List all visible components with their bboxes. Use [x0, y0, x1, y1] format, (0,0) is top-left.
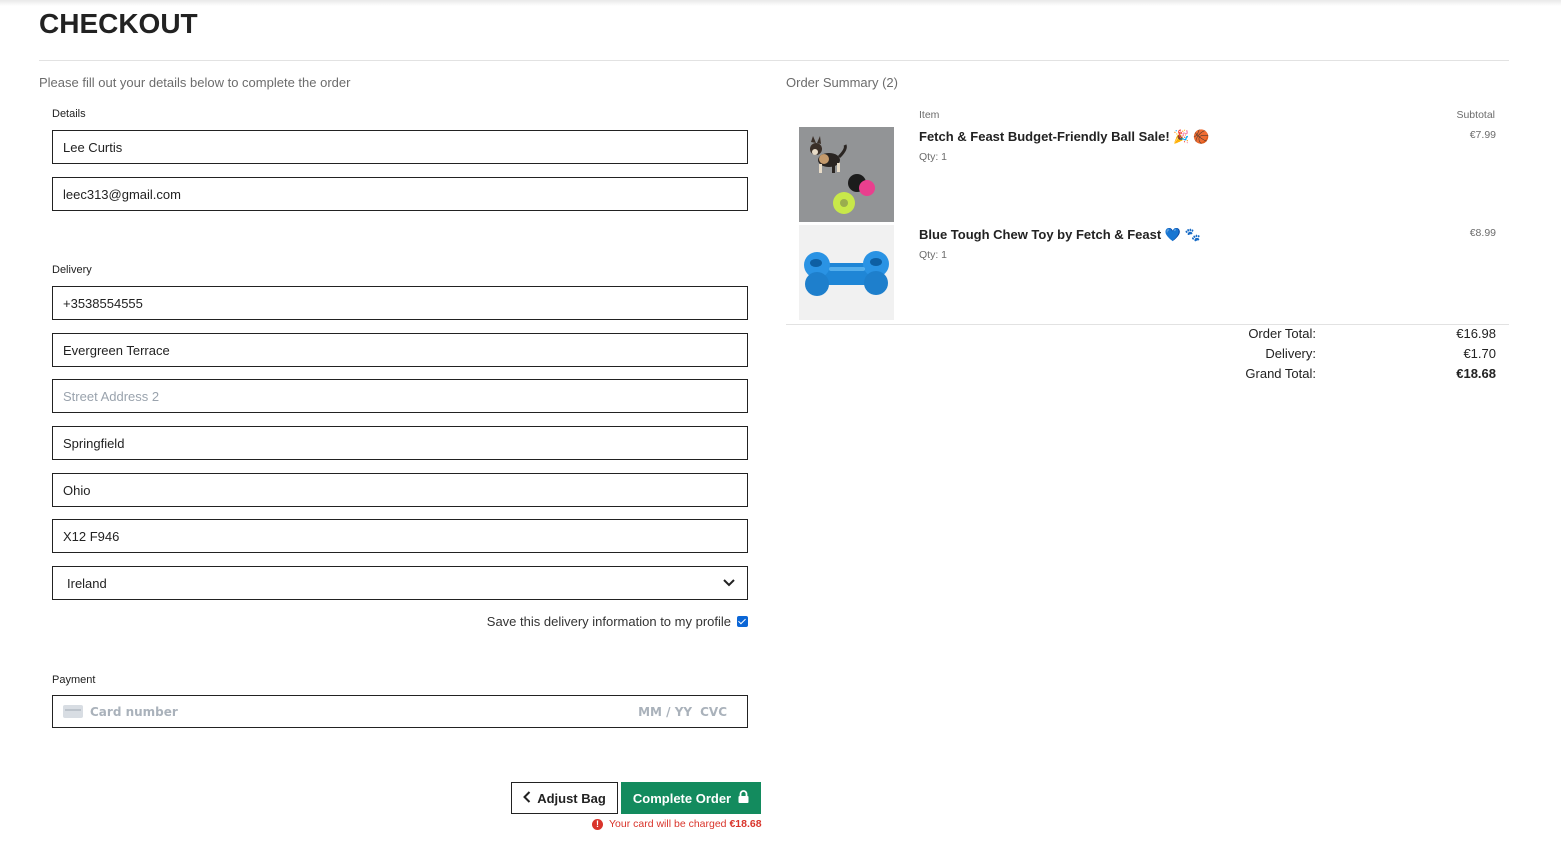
delivery-label: Delivery: [52, 264, 92, 276]
street-address-1-input[interactable]: Evergreen Terrace: [52, 333, 748, 367]
product-image-dog-balls[interactable]: [799, 127, 894, 222]
country-select[interactable]: Ireland: [52, 566, 748, 600]
product-name[interactable]: Blue Tough Chew Toy by Fetch & Feast 💙 🐾: [919, 227, 1201, 243]
adjust-bag-label: Adjust Bag: [537, 790, 606, 806]
item-column-header: Item: [919, 109, 940, 121]
chevron-down-icon: [721, 575, 737, 591]
summary-item: Fetch & Feast Budget-Friendly Ball Sale!…: [786, 127, 1509, 223]
charge-warning: ! Your card will be charged €18.68: [592, 818, 762, 830]
email-value: leec313@gmail.com: [63, 186, 181, 202]
order-total-value: €16.98: [1456, 326, 1496, 341]
product-subtotal: €7.99: [1469, 129, 1496, 141]
card-element[interactable]: Card number MM / YY CVC: [52, 695, 748, 728]
delivery-cost-value: €1.70: [1463, 346, 1496, 361]
lock-icon: [738, 790, 749, 806]
credit-card-icon: [63, 705, 83, 718]
street-address-1-value: Evergreen Terrace: [63, 342, 170, 358]
summary-divider: [786, 324, 1509, 325]
postcode-input[interactable]: X12 F946: [52, 519, 748, 553]
delivery-cost-label: Delivery:: [1265, 346, 1316, 361]
grand-total-value: €18.68: [1456, 366, 1496, 381]
town-value: Springfield: [63, 435, 125, 451]
chevron-left-icon: [523, 790, 531, 806]
card-cvc-placeholder: CVC: [700, 704, 727, 719]
adjust-bag-button[interactable]: Adjust Bag: [511, 782, 618, 814]
email-input[interactable]: leec313@gmail.com: [52, 177, 748, 211]
exclamation-circle-icon: !: [592, 818, 603, 830]
order-total-label: Order Total:: [1248, 326, 1316, 341]
top-shadow: [0, 0, 1561, 6]
card-number-placeholder: Card number: [90, 704, 178, 719]
product-qty: Qty: 1: [919, 151, 948, 163]
grand-total-label: Grand Total:: [1245, 366, 1316, 381]
country-value: Ireland: [67, 575, 107, 591]
payment-label: Payment: [52, 674, 96, 686]
product-qty: Qty: 1: [919, 249, 948, 261]
product-subtotal: €8.99: [1469, 227, 1496, 239]
product-name[interactable]: Fetch & Feast Budget-Friendly Ball Sale!…: [919, 129, 1209, 145]
street-address-2-input[interactable]: Street Address 2: [52, 379, 748, 413]
town-input[interactable]: Springfield: [52, 426, 748, 460]
card-expiry-placeholder: MM / YY: [638, 704, 693, 719]
product-image-blue-bone[interactable]: [799, 225, 894, 320]
full-name-input[interactable]: Lee Curtis: [52, 130, 748, 164]
save-info-checkbox[interactable]: [737, 616, 748, 627]
phone-value: +3538554555: [63, 295, 143, 311]
save-info-label: Save this delivery information to my pro…: [486, 614, 731, 629]
checkout-intro: Please fill out your details below to co…: [39, 75, 351, 90]
page-title: CHECKOUT: [39, 8, 198, 39]
complete-order-label: Complete Order: [632, 790, 732, 806]
order-summary-heading: Order Summary (2): [786, 75, 898, 90]
charge-warning-amount: €18.68: [729, 818, 762, 830]
complete-order-button[interactable]: Complete Order: [621, 782, 761, 814]
charge-warning-text: Your card will be charged: [609, 818, 727, 830]
details-label: Details: [52, 108, 86, 120]
summary-item: Blue Tough Chew Toy by Fetch & Feast 💙 🐾…: [786, 225, 1509, 321]
save-info-row: Save this delivery information to my pro…: [487, 614, 748, 629]
title-divider: [39, 60, 1509, 61]
street-address-2-placeholder: Street Address 2: [63, 388, 160, 404]
county-input[interactable]: Ohio: [52, 473, 748, 507]
phone-input[interactable]: +3538554555: [52, 286, 748, 320]
postcode-value: X12 F946: [63, 528, 120, 544]
county-value: Ohio: [63, 482, 91, 498]
subtotal-column-header: Subtotal: [1456, 109, 1495, 121]
full-name-value: Lee Curtis: [63, 139, 123, 155]
